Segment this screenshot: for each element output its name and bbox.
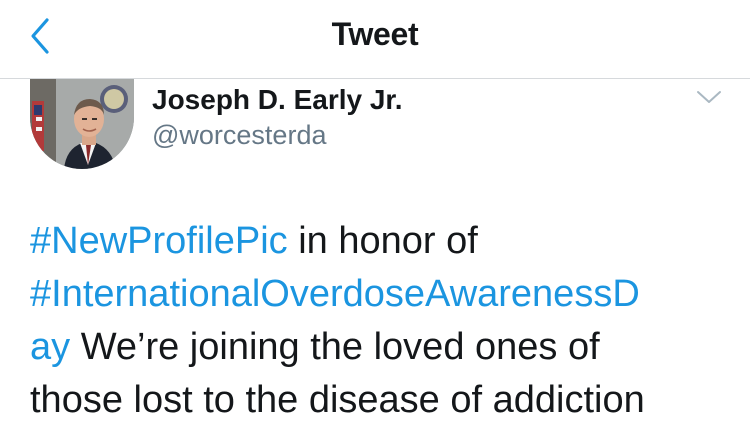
tweet-line: ay We’re joining the loved ones of [30, 321, 730, 374]
tweet-detail: Joseph D. Early Jr. @worcesterda #NewPro… [0, 79, 750, 421]
hashtag-link[interactable]: ay [30, 326, 70, 368]
hashtag-link[interactable]: #InternationalOverdoseAwarenessD [30, 273, 640, 315]
tweet-text-segment: We’re joining the loved ones of [70, 326, 600, 368]
tweet-line: #InternationalOverdoseAwarenessD [30, 268, 730, 321]
tweet-line: those lost to the disease of addiction [30, 379, 645, 421]
navigation-bar: Tweet [0, 0, 750, 79]
author-name[interactable]: Joseph D. Early Jr. [152, 84, 403, 116]
tweet-text: #NewProfilePic in honor of #Internationa… [30, 215, 730, 427]
tweet-line: #NewProfilePic in honor of [30, 215, 730, 268]
page-title: Tweet [331, 16, 419, 52]
profile-photo-image [30, 79, 134, 169]
chevron-down-icon [697, 91, 721, 103]
avatar[interactable] [30, 79, 134, 169]
tweet-text-segment: in honor of [287, 220, 478, 262]
more-options-button[interactable] [694, 85, 724, 109]
hashtag-link[interactable]: #NewProfilePic [30, 220, 288, 262]
author-handle[interactable]: @worcesterda [152, 120, 326, 151]
